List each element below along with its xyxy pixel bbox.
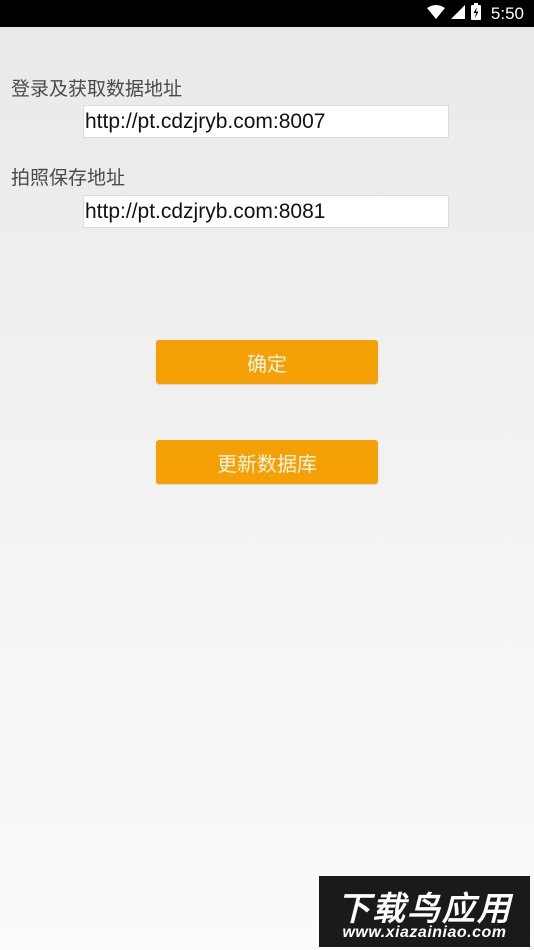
login-url-input[interactable] bbox=[83, 105, 449, 138]
watermark-logo: 下载鸟应用 www.xiazainiao.com bbox=[319, 876, 530, 947]
confirm-button[interactable]: 确定 bbox=[156, 340, 378, 384]
status-icons: 5:50 bbox=[426, 0, 524, 27]
login-url-label: 登录及获取数据地址 bbox=[11, 78, 183, 100]
photo-url-input[interactable] bbox=[83, 195, 449, 228]
wifi-icon bbox=[426, 4, 445, 23]
watermark-title: 下载鸟应用 bbox=[337, 889, 512, 928]
update-database-button[interactable]: 更新数据库 bbox=[156, 440, 378, 484]
battery-icon bbox=[470, 3, 481, 24]
update-database-button-label: 更新数据库 bbox=[217, 451, 317, 476]
status-time: 5:50 bbox=[490, 3, 524, 23]
photo-url-label: 拍照保存地址 bbox=[11, 167, 126, 189]
watermark-url: www.xiazainiao.com bbox=[342, 924, 507, 941]
cell-signal-icon bbox=[450, 4, 465, 23]
confirm-button-label: 确定 bbox=[247, 351, 287, 376]
status-bar: 5:50 bbox=[0, 0, 534, 27]
